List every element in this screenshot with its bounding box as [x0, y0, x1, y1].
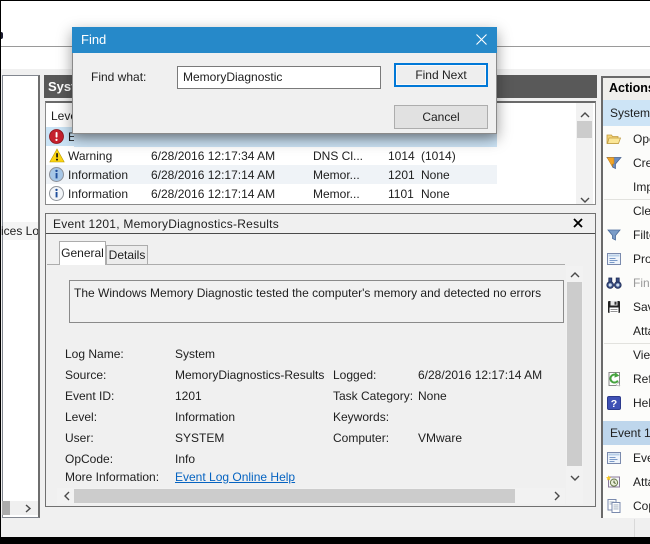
- svg-text:?: ?: [611, 398, 617, 410]
